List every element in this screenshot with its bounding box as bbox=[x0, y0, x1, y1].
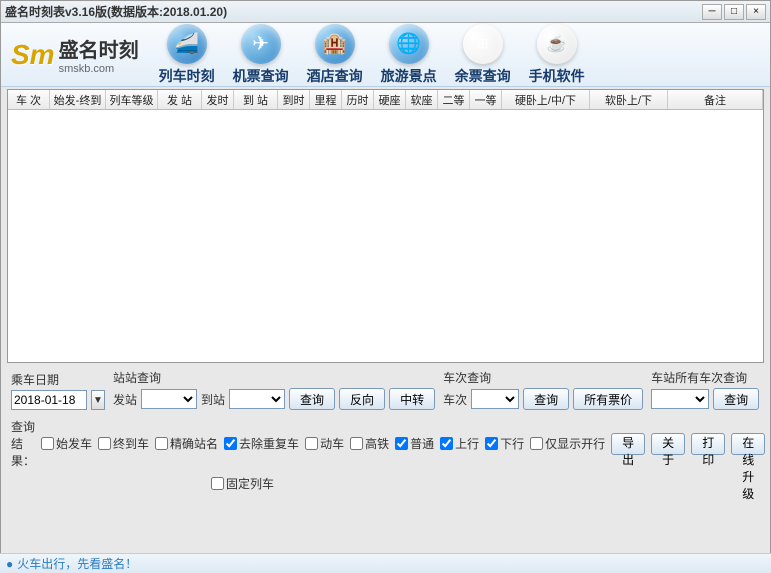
col-train-class[interactable]: 列车等级 bbox=[106, 90, 158, 109]
table-header: 车 次 始发-终到 列车等级 发 站 发时 到 站 到时 里程 历时 硬座 软座… bbox=[8, 90, 763, 110]
cb-fixed[interactable]: 固定列车 bbox=[211, 475, 760, 492]
cb-dep[interactable]: 始发车 bbox=[41, 435, 92, 452]
windows-icon: ⊞ bbox=[463, 24, 503, 64]
about-button[interactable]: 关于 bbox=[651, 433, 685, 455]
result-label: 查询结果： bbox=[11, 418, 35, 469]
hotel-icon: 🏨 bbox=[315, 24, 355, 64]
station-all-query-button[interactable]: 查询 bbox=[713, 388, 759, 410]
maximize-button[interactable]: □ bbox=[724, 4, 744, 20]
nav-remaining-tickets[interactable]: ⊞ 余票查询 bbox=[455, 24, 511, 86]
nav-ticket-query[interactable]: ✈ 机票查询 bbox=[233, 24, 289, 86]
station-query-label: 站站查询 bbox=[113, 369, 435, 386]
col-arr-station[interactable]: 到 站 bbox=[234, 90, 278, 109]
date-input[interactable] bbox=[11, 390, 87, 410]
cb-exact[interactable]: 精确站名 bbox=[155, 435, 218, 452]
train-query-label: 车次查询 bbox=[443, 369, 643, 386]
arr-station-select[interactable] bbox=[229, 389, 285, 409]
titlebar: 盛名时刻表v3.16版(数据版本:2018.01.20) ─ □ × bbox=[1, 1, 770, 23]
col-hard-seat[interactable]: 硬座 bbox=[374, 90, 406, 109]
transfer-button[interactable]: 中转 bbox=[389, 388, 435, 410]
dep-label: 发站 bbox=[113, 391, 137, 408]
update-button[interactable]: 在线升级 bbox=[731, 433, 765, 455]
plane-icon: ✈ bbox=[241, 24, 281, 64]
station-all-label: 车站所有车次查询 bbox=[651, 369, 759, 386]
col-arr-time[interactable]: 到时 bbox=[278, 90, 310, 109]
station-all-group: 车站所有车次查询 查询 bbox=[651, 369, 759, 410]
dep-station-select[interactable] bbox=[141, 389, 197, 409]
station-query-button[interactable]: 查询 bbox=[289, 388, 335, 410]
train-icon: 🚄 bbox=[167, 24, 207, 64]
cb-hsr[interactable]: 高铁 bbox=[350, 435, 389, 452]
cb-arr[interactable]: 终到车 bbox=[98, 435, 149, 452]
cb-normal[interactable]: 普通 bbox=[395, 435, 434, 452]
reverse-button[interactable]: 反向 bbox=[339, 388, 385, 410]
statusbar: ● 火车出行，先看盛名！ bbox=[0, 553, 771, 573]
cb-emu[interactable]: 动车 bbox=[305, 435, 344, 452]
col-start-end[interactable]: 始发-终到 bbox=[50, 90, 106, 109]
col-train-no[interactable]: 车 次 bbox=[8, 90, 50, 109]
result-table: 车 次 始发-终到 列车等级 发 站 发时 到 站 到时 里程 历时 硬座 软座… bbox=[7, 89, 764, 363]
cb-dedup[interactable]: 去除重复车 bbox=[224, 435, 299, 452]
date-group: 乘车日期 ▼ bbox=[11, 371, 105, 410]
window-controls: ─ □ × bbox=[700, 4, 766, 20]
col-remark[interactable]: 备注 bbox=[668, 90, 763, 109]
globe-icon: 🌐 bbox=[389, 24, 429, 64]
footer-text: 火车出行，先看盛名！ bbox=[17, 555, 137, 572]
all-price-button[interactable]: 所有票价 bbox=[573, 388, 643, 410]
cb-down[interactable]: 下行 bbox=[485, 435, 524, 452]
bullet-icon: ● bbox=[6, 557, 13, 571]
arr-label: 到站 bbox=[201, 391, 225, 408]
nav-tourist-spots[interactable]: 🌐 旅游景点 bbox=[381, 24, 437, 86]
train-query-group: 车次查询 车次 查询 所有票价 bbox=[443, 369, 643, 410]
nav: 🚄 列车时刻 ✈ 机票查询 🏨 酒店查询 🌐 旅游景点 ⊞ 余票查询 ☕ 手机软… bbox=[159, 24, 585, 86]
logo: Sm 盛名时刻 smskb.com bbox=[11, 34, 139, 75]
col-dep-station[interactable]: 发 站 bbox=[158, 90, 202, 109]
window-title: 盛名时刻表v3.16版(数据版本:2018.01.20) bbox=[5, 3, 227, 20]
minimize-button[interactable]: ─ bbox=[702, 4, 722, 20]
java-icon: ☕ bbox=[537, 24, 577, 64]
print-button[interactable]: 打印 bbox=[691, 433, 725, 455]
cb-only-show[interactable]: 仅显示开行 bbox=[530, 435, 605, 452]
train-no-label: 车次 bbox=[443, 391, 467, 408]
table-body bbox=[8, 110, 763, 363]
col-dep-time[interactable]: 发时 bbox=[202, 90, 234, 109]
nav-hotel-query[interactable]: 🏨 酒店查询 bbox=[307, 24, 363, 86]
col-soft-sleeper[interactable]: 软卧上/下 bbox=[590, 90, 668, 109]
col-first-class[interactable]: 一等 bbox=[470, 90, 502, 109]
close-button[interactable]: × bbox=[746, 4, 766, 20]
logo-text: 盛名时刻 bbox=[59, 34, 139, 63]
col-second-class[interactable]: 二等 bbox=[438, 90, 470, 109]
col-distance[interactable]: 里程 bbox=[310, 90, 342, 109]
col-soft-seat[interactable]: 软座 bbox=[406, 90, 438, 109]
logo-url: smskb.com bbox=[59, 63, 139, 75]
train-no-select[interactable] bbox=[471, 389, 519, 409]
col-hard-sleeper[interactable]: 硬卧上/中/下 bbox=[502, 90, 590, 109]
export-button[interactable]: 导出 bbox=[611, 433, 645, 455]
controls-panel: 乘车日期 ▼ 站站查询 发站 到站 查询 反向 中转 车次查询 车次 bbox=[1, 363, 770, 496]
nav-mobile-software[interactable]: ☕ 手机软件 bbox=[529, 24, 585, 86]
station-all-select[interactable] bbox=[651, 389, 709, 409]
date-dropdown-icon[interactable]: ▼ bbox=[91, 390, 105, 410]
col-duration[interactable]: 历时 bbox=[342, 90, 374, 109]
date-label: 乘车日期 bbox=[11, 371, 105, 388]
cb-up[interactable]: 上行 bbox=[440, 435, 479, 452]
header: Sm 盛名时刻 smskb.com 🚄 列车时刻 ✈ 机票查询 🏨 酒店查询 🌐… bbox=[1, 23, 770, 87]
nav-train-schedule[interactable]: 🚄 列车时刻 bbox=[159, 24, 215, 86]
train-query-button[interactable]: 查询 bbox=[523, 388, 569, 410]
station-query-group: 站站查询 发站 到站 查询 反向 中转 bbox=[113, 369, 435, 410]
logo-icon: Sm bbox=[11, 39, 55, 71]
